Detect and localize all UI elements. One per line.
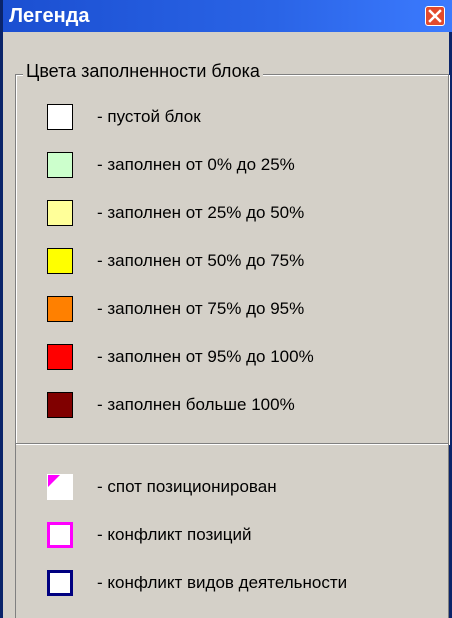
title-bar[interactable]: Легенда [3, 0, 452, 32]
spot-positioned-icon [47, 474, 73, 500]
legend-window: Легенда Цвета заполненности блока - пуст… [0, 0, 452, 618]
color-swatch-95-100 [47, 344, 73, 370]
window-title: Легенда [9, 5, 90, 27]
legend-label: - заполнен от 95% до 100% [97, 347, 314, 366]
color-swatch-25-50 [47, 200, 73, 226]
activity-conflict-icon [47, 570, 73, 596]
legend-label: - заполнен от 25% до 50% [97, 203, 305, 222]
position-conflict-icon [47, 522, 73, 548]
legend-label: - спот позиционирован [97, 477, 277, 496]
legend-label: - заполнен от 75% до 95% [97, 299, 305, 318]
legend-label: - заполнен от 50% до 75% [97, 251, 305, 270]
color-swatch-50-75 [47, 248, 73, 274]
close-icon [428, 9, 442, 23]
legend-label: - конфликт позиций [97, 525, 252, 544]
legend-label: - заполнен от 0% до 25% [97, 155, 295, 174]
legend-label: - пустой блок [97, 107, 201, 126]
color-swatch-empty [47, 104, 73, 130]
fill-colors-group-title: Цвета заполненности блока [23, 61, 263, 81]
color-swatch-over-100 [47, 392, 73, 418]
color-swatch-0-25 [47, 152, 73, 178]
legend-label: - заполнен больше 100% [97, 395, 295, 414]
legend-label: - конфликт видов деятельности [97, 573, 348, 592]
color-swatch-75-95 [47, 296, 73, 322]
close-button[interactable] [425, 6, 445, 26]
